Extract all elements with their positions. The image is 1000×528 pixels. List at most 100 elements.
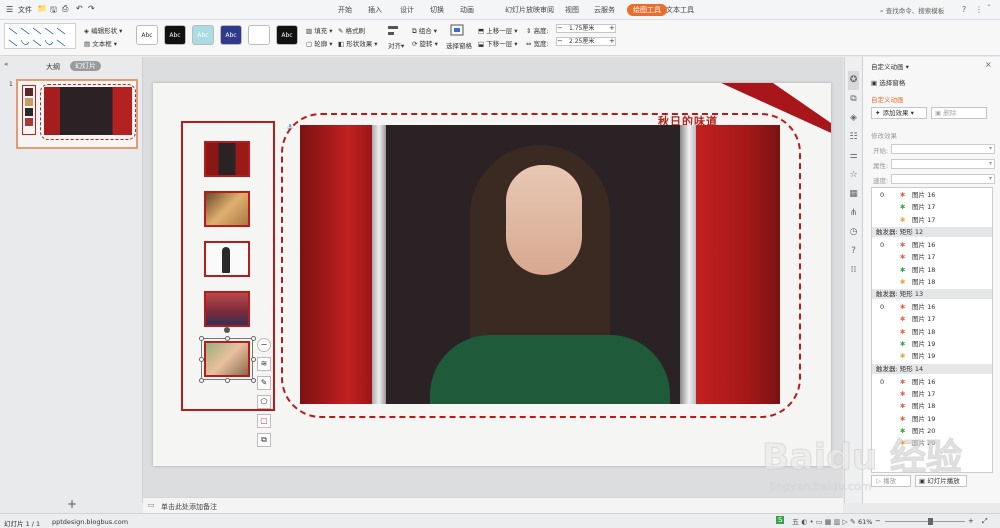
tab-outline[interactable]: 大纲 xyxy=(46,62,60,72)
slideshow-button[interactable]: ▣ 幻灯片播放 xyxy=(915,475,967,487)
shape-style-swatch[interactable]: Abc xyxy=(136,25,158,45)
file-menu[interactable]: 文件 xyxy=(18,5,32,15)
tab-3[interactable]: 切换 xyxy=(430,5,444,15)
apps-icon[interactable]: ⁞⁞ xyxy=(848,261,859,280)
shape-style-swatch[interactable]: Abc xyxy=(220,25,242,45)
rotate-handle[interactable] xyxy=(224,327,230,333)
align-button[interactable]: 对齐▾ xyxy=(388,40,404,50)
animation-item[interactable]: ✱ 图片 20 xyxy=(872,438,992,449)
animation-item[interactable]: ✱ 图片 19 xyxy=(872,339,992,350)
animation-item[interactable]: 0 ✱ 图片 16 xyxy=(872,240,992,251)
shape-icon[interactable]: ◈ xyxy=(848,109,859,128)
property-select[interactable]: ▾ xyxy=(891,159,995,169)
tab-9[interactable]: 绘图工具 xyxy=(627,4,667,16)
thumb-photo-1[interactable] xyxy=(204,141,250,177)
zoom-out-button[interactable]: − xyxy=(875,517,881,525)
animation-item[interactable]: ✱ 图片 17 xyxy=(872,252,992,263)
resize-handle[interactable] xyxy=(251,378,256,383)
shape-effect-button[interactable]: ◧ 形状效果 ▾ xyxy=(338,38,378,48)
tab-8[interactable]: 云服务 xyxy=(594,5,615,15)
tab-10[interactable]: 文本工具 xyxy=(666,5,694,15)
animation-item[interactable]: ✱ 图片 19 xyxy=(872,414,992,425)
share-icon[interactable]: ⋔ xyxy=(848,204,859,223)
tab-2[interactable]: 设计 xyxy=(400,5,414,15)
slide[interactable]: 秋日的味道 − ≋ ✎ ⬠ ▢ ⧉ ⚓ xyxy=(153,83,831,466)
speed-select[interactable]: ▾ xyxy=(891,174,995,184)
delete-button[interactable]: ▣ 删除 xyxy=(931,107,987,119)
group-button[interactable]: ⧉ 组合 ▾ xyxy=(412,25,437,36)
resize-handle[interactable] xyxy=(251,336,256,341)
resize-handle[interactable] xyxy=(199,378,204,383)
view-mode-icons[interactable]: 五 ◐ • ▭ ▦ ▥ ▷ ✎ xyxy=(792,517,856,527)
shape-fill-icon[interactable]: ⬠ xyxy=(257,395,271,409)
panel-collapse-icon[interactable]: ◂ xyxy=(4,60,8,68)
width-increase-button[interactable]: + xyxy=(609,37,615,45)
animation-item[interactable]: ✱ 图片 19 xyxy=(872,351,992,362)
zoom-slider-thumb[interactable] xyxy=(928,518,933,525)
resize-handle[interactable] xyxy=(251,357,256,362)
help-icon[interactable]: ? xyxy=(962,5,966,14)
align-icon[interactable] xyxy=(386,24,402,38)
start-select[interactable]: ▾ xyxy=(891,144,995,154)
animation-item[interactable]: ✱ 图片 17 xyxy=(872,389,992,400)
animation-item[interactable]: 0 ✱ 图片 16 xyxy=(872,302,992,313)
save-icon[interactable]: 🖫 xyxy=(50,4,57,18)
fit-icon[interactable]: ⤢ xyxy=(982,517,988,526)
animation-pane-icon[interactable]: ✪ xyxy=(848,71,859,90)
table-icon[interactable]: ▦ xyxy=(848,185,859,204)
collapse-icon[interactable]: ˆ xyxy=(987,4,991,13)
tab-1[interactable]: 插入 xyxy=(368,5,382,15)
bring-forward-button[interactable]: ⬒ 上移一层 ▾ xyxy=(478,25,518,35)
slide-thumbnail[interactable] xyxy=(16,79,138,149)
crop-icon[interactable]: ⧉ xyxy=(257,433,271,447)
thumb-photo-3[interactable] xyxy=(204,241,250,277)
selection-box[interactable] xyxy=(201,338,253,380)
tab-0[interactable]: 开始 xyxy=(338,5,352,15)
animation-item[interactable]: ✱ 图片 20 xyxy=(872,426,992,437)
resize-handle[interactable] xyxy=(225,336,230,341)
add-slide-button[interactable]: + xyxy=(67,497,77,511)
animation-item[interactable]: ✱ 图片 17 xyxy=(872,314,992,325)
open-icon[interactable]: 📁 xyxy=(37,4,47,13)
trigger-header[interactable]: 触发器: 矩形 12 xyxy=(872,226,992,237)
tab-4[interactable]: 动画 xyxy=(460,5,474,15)
zoom-slider[interactable] xyxy=(885,521,965,522)
redo-icon[interactable]: ↷ xyxy=(88,4,95,13)
print-icon[interactable]: ⎙ xyxy=(62,4,68,14)
zoom-in-button[interactable]: + xyxy=(968,517,974,525)
fill-button[interactable]: ▨ 填充 ▾ xyxy=(306,25,333,35)
animation-item[interactable]: 0 ✱ 图片 16 xyxy=(872,190,992,201)
play-button[interactable]: ▷ 播放 xyxy=(871,475,911,487)
pane-title[interactable]: 自定义动画 ▾ xyxy=(871,61,909,71)
animation-list[interactable]: 0 ✱ 图片 16 ✱ 图片 17 ✱ 图片 17 触发器: 矩形 12 0 ✱ 图片 16 ✱ 图片 … xyxy=(871,187,993,473)
menu-icon[interactable]: ☰ xyxy=(6,5,13,14)
tab-slides[interactable]: 幻灯片 xyxy=(70,61,101,71)
zoom-value[interactable]: 61% xyxy=(858,518,872,526)
width-decrease-button[interactable]: − xyxy=(557,37,563,45)
animation-item[interactable]: ✱ 图片 18 xyxy=(872,265,992,276)
more-icon[interactable]: ⋮ xyxy=(975,5,983,14)
tab-7[interactable]: 视图 xyxy=(565,5,579,15)
help-pane-icon[interactable]: ? xyxy=(848,242,859,261)
thumb-photo-2[interactable] xyxy=(204,191,250,227)
height-increase-button[interactable]: + xyxy=(609,24,615,32)
trigger-header[interactable]: 触发器: 矩形 14 xyxy=(872,363,992,374)
notes-bar[interactable]: ▭ 单击此处添加备注 xyxy=(143,497,843,513)
copy-icon[interactable]: ⧉ xyxy=(848,90,859,109)
shape-gallery[interactable] xyxy=(4,23,76,49)
shape-style-swatch[interactable]: Abc xyxy=(164,25,186,45)
add-effect-button[interactable]: ✦ 添加效果 ▾ xyxy=(871,107,927,119)
star-icon[interactable]: ☆ xyxy=(848,166,859,185)
sliders-icon[interactable]: ⚌ xyxy=(848,147,859,166)
textbox-button[interactable]: ▤ 文本框 ▾ xyxy=(84,38,117,48)
animation-item[interactable]: ✱ 图片 17 xyxy=(872,215,992,226)
search-command[interactable]: ⌕ 查找命令、搜索模板 xyxy=(880,5,944,16)
rotate-button[interactable]: ⟳ 旋转 ▾ xyxy=(412,38,438,48)
thumb-photo-4[interactable] xyxy=(204,291,250,327)
pane-close-icon[interactable]: × xyxy=(985,60,992,69)
settings-icon[interactable]: ☷ xyxy=(848,128,859,147)
send-backward-button[interactable]: ⬓ 下移一层 ▾ xyxy=(478,38,518,48)
tab-5[interactable]: 幻灯片放映 xyxy=(505,5,540,15)
height-input[interactable]: 1.75厘米 xyxy=(556,24,616,33)
animation-item[interactable]: ✱ 图片 18 xyxy=(872,327,992,338)
